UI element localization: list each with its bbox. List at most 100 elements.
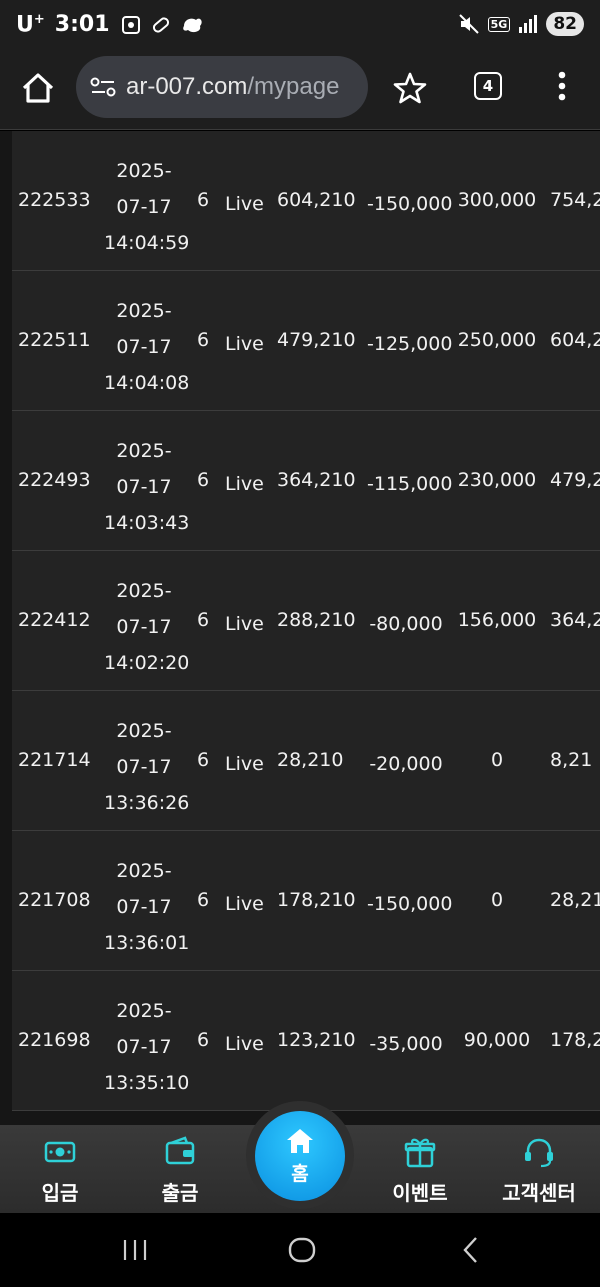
row-type: Live	[225, 753, 264, 775]
row-time: 14:02:20	[104, 652, 190, 674]
row-amount: 123,210	[277, 1029, 356, 1051]
row-count: 6	[197, 1029, 210, 1051]
row-time: 13:36:01	[104, 932, 190, 954]
table-row: 222533 2025- 07-17 14:04:59 6 Live 604,210 -150…	[12, 131, 600, 271]
table-row: 221708 2025- 07-17 13:36:01 6 Live 178,210 -150…	[12, 831, 600, 971]
nav-support[interactable]: 고객센터	[484, 1135, 594, 1206]
row-datetime: 2025- 07-17 14:04:59	[104, 153, 190, 261]
row-bonus: 300,000	[457, 189, 537, 211]
row-amount: 604,210	[277, 189, 356, 211]
table-row: 222493 2025- 07-17 14:03:43 6 Live 364,210 -115…	[12, 411, 600, 551]
row-change: -150,000	[367, 893, 453, 915]
screenshot-icon	[121, 15, 140, 34]
row-id: 222511	[18, 329, 91, 351]
row-type: Live	[225, 473, 264, 495]
row-month-day: 07-17	[116, 476, 172, 498]
row-time: 13:36:26	[104, 792, 190, 814]
table-row: 221714 2025- 07-17 13:36:26 6 Live 28,210 -20,0…	[12, 691, 600, 831]
row-year: 2025-	[116, 440, 172, 462]
nav-home-label: 홈	[291, 1162, 309, 1185]
row-count: 6	[197, 329, 210, 351]
address-bar[interactable]: ar-007.com/mypage	[76, 56, 368, 118]
app-notification-icon	[182, 18, 202, 32]
recent-apps-icon[interactable]	[120, 1235, 150, 1265]
row-time: 13:35:10	[104, 1072, 190, 1094]
row-balance: 28,21	[550, 889, 600, 911]
tab-switcher-button[interactable]: 4	[474, 72, 502, 100]
row-change: -150,000	[367, 193, 453, 215]
row-bonus: 0	[490, 749, 504, 771]
row-year: 2025-	[116, 720, 172, 742]
row-year: 2025-	[116, 1000, 172, 1022]
nav-withdraw[interactable]: 출금	[125, 1135, 235, 1206]
row-type: Live	[225, 893, 264, 915]
row-id: 221698	[18, 1029, 91, 1051]
nav-deposit-label: 입금	[41, 1181, 79, 1205]
system-navigation-bar	[0, 1213, 600, 1287]
nav-support-label: 고객센터	[502, 1181, 576, 1205]
nav-deposit[interactable]: 입금	[5, 1135, 115, 1206]
battery-indicator: 82	[546, 12, 584, 36]
row-year: 2025-	[116, 580, 172, 602]
row-time: 14:03:43	[104, 512, 190, 534]
row-amount: 28,210	[277, 749, 344, 771]
row-month-day: 07-17	[116, 336, 172, 358]
row-type: Live	[225, 333, 264, 355]
browser-toolbar: ar-007.com/mypage 4	[0, 56, 600, 130]
row-count: 6	[197, 609, 210, 631]
row-count: 6	[197, 189, 210, 211]
row-change: -115,000	[367, 473, 453, 495]
row-time: 14:04:59	[104, 232, 190, 254]
row-id: 222533	[18, 189, 91, 211]
row-datetime: 2025- 07-17 14:02:20	[104, 573, 190, 681]
row-month-day: 07-17	[116, 616, 172, 638]
status-bar: U+ 3:01 5G 82	[0, 0, 600, 56]
row-bonus: 0	[490, 889, 504, 911]
row-month-day: 07-17	[116, 1036, 172, 1058]
more-menu-icon[interactable]	[548, 68, 576, 104]
headset-icon	[525, 1138, 553, 1168]
back-icon[interactable]	[456, 1235, 486, 1265]
row-year: 2025-	[116, 860, 172, 882]
row-id: 221714	[18, 749, 91, 771]
gift-icon	[404, 1138, 436, 1168]
clock: 3:01	[54, 12, 110, 38]
tab-count: 4	[482, 77, 494, 95]
row-datetime: 2025- 07-17 14:04:08	[104, 293, 189, 401]
signal-icon	[519, 15, 538, 33]
row-balance: 8,21	[550, 749, 593, 771]
home-icon[interactable]	[20, 70, 56, 106]
row-change: -125,000	[367, 333, 453, 355]
row-balance: 604,2	[550, 329, 600, 351]
nav-event[interactable]: 이벤트	[365, 1135, 475, 1206]
row-balance: 754,2	[550, 189, 600, 211]
row-bonus: 90,000	[463, 1029, 531, 1051]
page-content: 222533 2025- 07-17 14:04:59 6 Live 604,210 -150…	[0, 131, 600, 1125]
bookmark-star-icon[interactable]	[392, 70, 428, 106]
row-change: -80,000	[369, 613, 443, 635]
table-row: 222511 2025- 07-17 14:04:08 6 Live 479,210 -125…	[12, 271, 600, 411]
wallet-icon	[165, 1136, 195, 1165]
nav-event-label: 이벤트	[392, 1181, 448, 1205]
row-amount: 178,210	[277, 889, 356, 911]
site-settings-icon[interactable]	[90, 76, 116, 98]
row-type: Live	[225, 1033, 264, 1055]
row-month-day: 07-17	[116, 896, 172, 918]
money-icon	[44, 1141, 76, 1163]
row-bonus: 230,000	[457, 469, 537, 491]
row-id: 222493	[18, 469, 91, 491]
nav-home[interactable]: 홈	[255, 1111, 345, 1201]
row-id: 222412	[18, 609, 91, 631]
row-amount: 364,210	[277, 469, 356, 491]
table-row: 221698 2025- 07-17 13:35:10 6 Live 123,210 -35,…	[12, 971, 600, 1111]
url-text: ar-007.com/mypage	[126, 73, 340, 100]
row-amount: 288,210	[277, 609, 356, 631]
system-home-icon[interactable]	[287, 1235, 317, 1265]
row-month-day: 07-17	[116, 196, 172, 218]
row-bonus: 250,000	[457, 329, 537, 351]
row-change: -20,000	[369, 753, 443, 775]
network-type-label: 5G	[487, 16, 511, 32]
row-type: Live	[225, 193, 264, 215]
row-count: 6	[197, 749, 210, 771]
transaction-table: 222533 2025- 07-17 14:04:59 6 Live 604,210 -150…	[12, 131, 600, 1111]
